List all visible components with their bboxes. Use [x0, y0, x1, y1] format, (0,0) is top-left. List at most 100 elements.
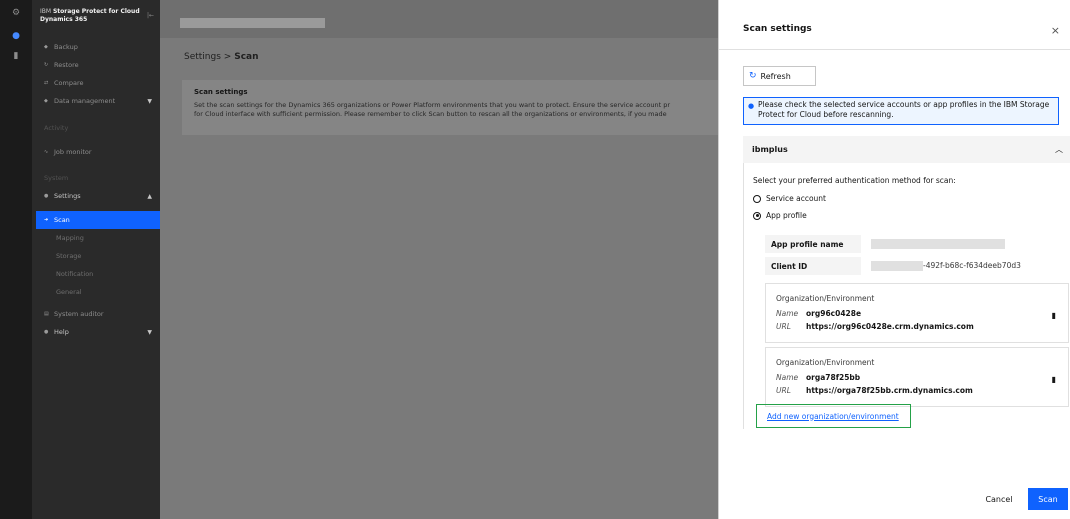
- cancel-button[interactable]: Cancel: [976, 488, 1022, 510]
- breadcrumb: Settings > Scan: [184, 52, 259, 62]
- sidebar-item-label: System auditor: [54, 310, 104, 318]
- top-bar: [160, 0, 718, 38]
- app-title: IBM Storage Protect for Cloud Dynamics 3…: [40, 8, 143, 24]
- panel-header: Scan settings ×: [719, 0, 1070, 50]
- client-id-value: -492f-b68c-f634deeb70d3: [923, 261, 1021, 270]
- client-id-redacted: [871, 261, 923, 271]
- close-icon[interactable]: ×: [1051, 24, 1060, 37]
- sidebar-item-data-management[interactable]: ◆ Data management ▼: [32, 92, 160, 110]
- main-content: Settings > Scan Scan settings Set the sc…: [160, 0, 722, 519]
- accordion-title: ibmplus: [752, 145, 788, 154]
- app-profile-name-value-redacted: [871, 239, 1005, 249]
- sidebar-item-compare[interactable]: ⇄ Compare: [32, 74, 160, 92]
- org-url-value: https://org96c0428e.crm.dynamics.com: [806, 322, 974, 331]
- dynamics-nav-icon[interactable]: ●: [0, 26, 32, 46]
- data-icon: ◆: [44, 98, 48, 104]
- restore-icon: ↻: [44, 62, 49, 68]
- org-name-row: Name orga78f25bb: [776, 373, 860, 382]
- refresh-button[interactable]: ↻ Refresh: [743, 66, 816, 86]
- scan-settings-panel: Scan settings × ↻ Refresh ● Please check…: [718, 0, 1070, 519]
- collapse-sidebar-icon[interactable]: |←: [147, 12, 154, 19]
- org-url-key: URL: [776, 322, 791, 331]
- app-title-name: Storage Protect for Cloud: [52, 8, 140, 15]
- breadcrumb-current: Scan: [234, 52, 259, 62]
- reports-nav-icon[interactable]: ▮: [0, 46, 32, 66]
- sidebar-item-label: Job monitor: [54, 148, 92, 156]
- app-switcher-icon[interactable]: ⚙: [0, 0, 32, 26]
- sidebar-item-label: Data management: [54, 97, 116, 105]
- org-environment-card: Organization/Environment Name org96c0428e…: [765, 283, 1069, 343]
- org-name-value: org96c0428e: [806, 309, 862, 318]
- card-description-line1: Set the scan settings for the Dynamics 3…: [194, 101, 671, 109]
- app-title-product: Dynamics 365: [40, 16, 88, 23]
- backup-icon: ◆: [44, 44, 48, 50]
- info-notice: ● Please check the selected service acco…: [743, 97, 1059, 125]
- chevron-down-icon: ▼: [147, 97, 152, 105]
- sidebar-item-label: Restore: [54, 61, 79, 69]
- sidebar-item-notification[interactable]: Notification: [32, 265, 160, 283]
- org-heading: Organization/Environment: [776, 294, 875, 303]
- sidebar-item-settings[interactable]: ● Settings ▲: [32, 187, 160, 205]
- sidebar-item-help[interactable]: ● Help ▼: [32, 323, 160, 341]
- sidebar-item-label: Scan: [54, 216, 70, 224]
- card-description-line2: for Cloud interface with sufficient perm…: [194, 110, 667, 118]
- sidebar-item-general[interactable]: General: [32, 283, 160, 301]
- scan-button[interactable]: Scan: [1028, 488, 1068, 510]
- add-organization-link[interactable]: Add new organization/environment: [756, 404, 911, 428]
- sidebar-item-label: Settings: [54, 192, 81, 200]
- refresh-label: Refresh: [760, 71, 791, 81]
- accordion-ibmplus[interactable]: ibmplus ︿: [743, 136, 1070, 163]
- radio-circle-selected[interactable]: [753, 211, 761, 220]
- scan-settings-card: Scan settings Set the scan settings for …: [182, 80, 722, 135]
- job-monitor-icon: ∿: [44, 149, 49, 155]
- client-id-label: Client ID: [765, 257, 861, 275]
- breadcrumb-separator: >: [223, 52, 232, 62]
- sidebar-item-system-auditor[interactable]: ▤ System auditor: [32, 305, 160, 323]
- auditor-icon: ▤: [44, 311, 49, 317]
- panel-title: Scan settings: [743, 24, 812, 34]
- card-title: Scan settings: [194, 88, 248, 96]
- settings-icon: ●: [44, 193, 49, 199]
- radio-circle[interactable]: [753, 194, 761, 203]
- org-url-value: https://orga78f25bb.crm.dynamics.com: [806, 386, 973, 395]
- breadcrumb-parent[interactable]: Settings: [184, 52, 221, 62]
- trash-icon[interactable]: ▮: [1052, 311, 1056, 320]
- app-title-brand: IBM: [40, 8, 52, 15]
- sidebar-item-label: Backup: [54, 43, 78, 51]
- radio-label: App profile: [766, 211, 807, 220]
- sidebar-item-scan[interactable]: ➜ Scan: [36, 211, 160, 229]
- help-icon: ●: [44, 329, 49, 335]
- chevron-up-icon: ︿: [1055, 145, 1063, 154]
- org-environment-card: Organization/Environment Name orga78f25bb…: [765, 347, 1069, 407]
- sidebar-item-job-monitor[interactable]: ∿ Job monitor: [32, 143, 160, 161]
- radio-service-account[interactable]: Service account: [753, 194, 826, 203]
- refresh-icon: ↻: [749, 71, 757, 81]
- chevron-up-icon: ▲: [147, 192, 152, 200]
- app-header: IBM Storage Protect for Cloud Dynamics 3…: [32, 0, 160, 34]
- auth-method-question: Select your preferred authentication met…: [753, 176, 956, 185]
- sidebar-item-storage[interactable]: Storage: [32, 247, 160, 265]
- section-activity: Activity: [44, 124, 69, 132]
- org-url-key: URL: [776, 386, 791, 395]
- org-url-row: URL https://orga78f25bb.crm.dynamics.com: [776, 386, 973, 395]
- org-url-row: URL https://org96c0428e.crm.dynamics.com: [776, 322, 974, 331]
- chat-bubble-icon: ●: [748, 102, 755, 110]
- notice-text: Please check the selected service accoun…: [758, 100, 1050, 119]
- sidebar-item-restore[interactable]: ↻ Restore: [32, 56, 160, 74]
- accordion-body: Select your preferred authentication met…: [743, 163, 1070, 429]
- sidebar-item-label: Compare: [54, 79, 84, 87]
- chevron-down-icon: ▼: [147, 328, 152, 336]
- sidebar-item-backup[interactable]: ◆ Backup: [32, 38, 160, 56]
- radio-label: Service account: [766, 194, 826, 203]
- org-heading: Organization/Environment: [776, 358, 875, 367]
- trash-icon[interactable]: ▮: [1052, 375, 1056, 384]
- compare-icon: ⇄: [44, 80, 49, 86]
- radio-app-profile[interactable]: App profile: [753, 211, 807, 220]
- scan-icon: ➜: [44, 217, 49, 223]
- redacted-bar: [180, 18, 325, 28]
- sidebar-item-mapping[interactable]: Mapping: [32, 229, 160, 247]
- app-profile-name-label: App profile name: [765, 235, 861, 253]
- org-name-key: Name: [776, 373, 799, 382]
- org-name-row: Name org96c0428e: [776, 309, 861, 318]
- org-name-key: Name: [776, 309, 799, 318]
